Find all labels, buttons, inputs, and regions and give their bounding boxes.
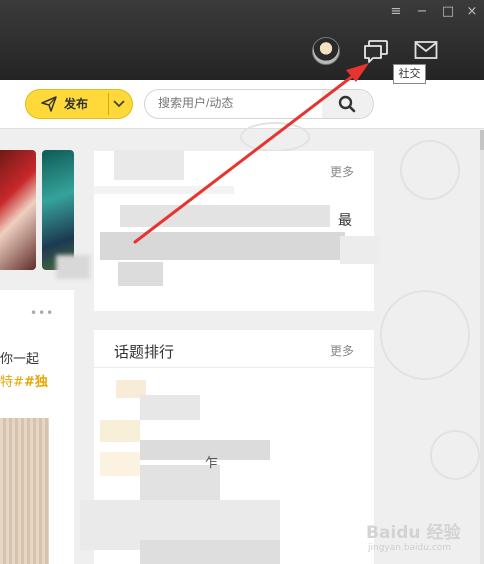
close-icon[interactable]: × [464, 4, 480, 20]
blurred-content [100, 452, 140, 476]
search-input[interactable] [158, 96, 318, 110]
blurred-content [140, 540, 280, 564]
scrollbar-thumb[interactable] [480, 130, 484, 150]
post-tag[interactable]: #独 [24, 371, 48, 390]
topic-ranking-title: 话题排行 [114, 343, 175, 361]
blurred-content [100, 232, 345, 260]
blurred-content [100, 420, 140, 442]
blurred-content [94, 186, 234, 194]
social-tooltip: 社交 [393, 64, 426, 84]
send-icon [41, 96, 57, 112]
more-options-icon[interactable]: ••• [30, 306, 54, 320]
blurred-content [120, 205, 330, 227]
blurred-content [114, 150, 184, 180]
background-gear [400, 140, 460, 200]
background-gear [430, 430, 480, 480]
mail-icon[interactable] [414, 40, 438, 60]
publish-label: 发布 [64, 97, 89, 111]
maximize-icon[interactable]: □ [440, 4, 456, 20]
chat-bubble-icon[interactable] [362, 38, 390, 64]
more-link[interactable]: 更多 [330, 342, 354, 359]
chevron-down-icon[interactable] [112, 98, 126, 110]
scrollbar-track[interactable] [480, 130, 484, 564]
blurred-content [140, 395, 200, 420]
more-link[interactable]: 更多 [330, 163, 354, 180]
avatar[interactable] [312, 37, 340, 65]
blurred-content [118, 262, 163, 286]
game-thumbnail[interactable] [42, 150, 74, 270]
post-text: 你一起 [0, 352, 40, 367]
menu-icon[interactable]: ≡ [388, 4, 404, 20]
minimize-icon[interactable]: − [414, 4, 430, 20]
blurred-content [56, 255, 90, 279]
game-thumbnail[interactable] [0, 150, 36, 270]
divider [94, 367, 374, 368]
truncated-text: 乍 [205, 456, 219, 471]
background-gear [240, 122, 310, 152]
watermark-url: jingyan.baidu.com [368, 543, 452, 553]
watermark: Baidu 经验 [366, 523, 461, 543]
post-image[interactable] [0, 418, 49, 564]
post-tag[interactable]: 特# [0, 371, 24, 390]
blurred-content [340, 236, 380, 264]
search-icon [338, 95, 356, 113]
publish-divider [108, 93, 109, 115]
truncated-text: 最 [338, 213, 352, 229]
background-gear [380, 290, 470, 380]
